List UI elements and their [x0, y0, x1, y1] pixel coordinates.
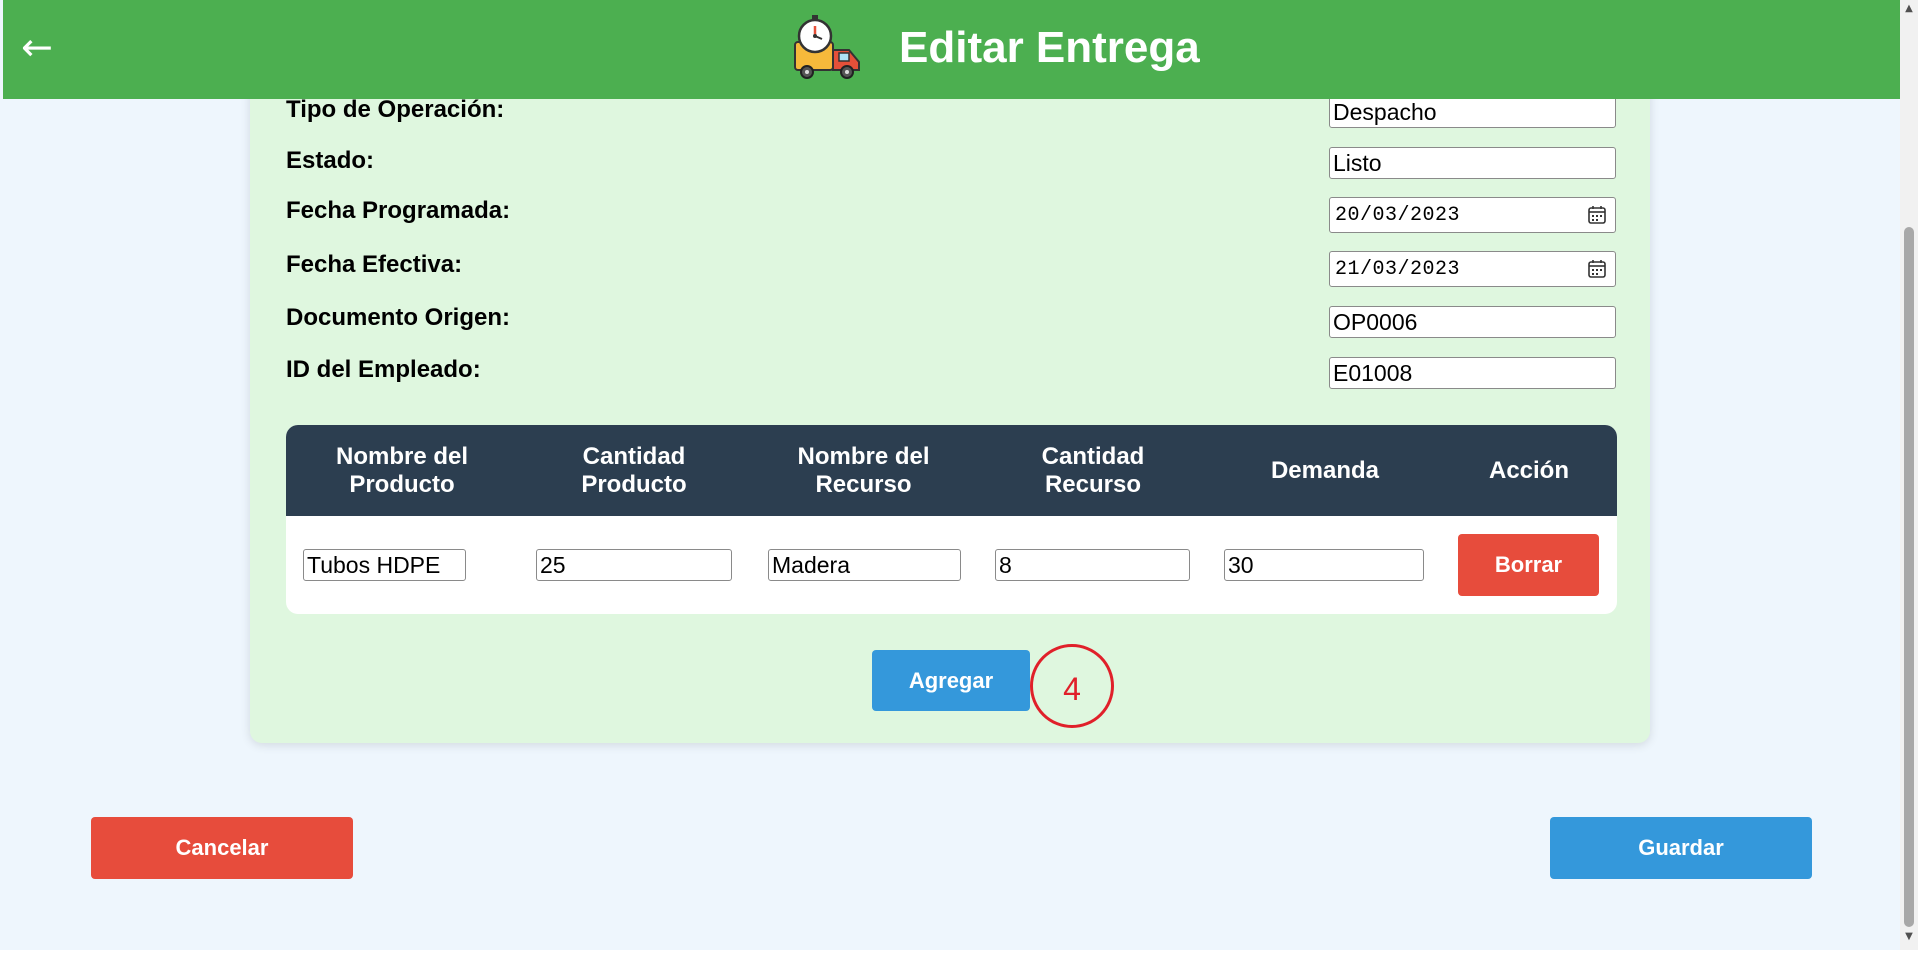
field-label-estado: Estado:	[286, 147, 375, 174]
column-header-nombre-producto: Nombre del Producto	[335, 442, 469, 498]
field-label-id-empleado: ID del Empleado:	[286, 356, 481, 383]
recurso-input[interactable]	[768, 549, 961, 581]
demanda-input[interactable]	[1224, 549, 1424, 581]
field-label-tipo-operacion: Tipo de Operación:	[286, 96, 505, 123]
field-label-documento-origen: Documento Origen:	[286, 304, 511, 331]
cancel-button[interactable]: Cancelar	[91, 817, 353, 879]
delete-row-button[interactable]: Borrar	[1458, 534, 1599, 596]
table-header-row: Nombre del Producto Cantidad Producto No…	[286, 425, 1617, 516]
products-table: Nombre del Producto Cantidad Producto No…	[286, 425, 1617, 614]
field-label-fecha-programada: Fecha Programada:	[286, 197, 511, 224]
add-row-button[interactable]: Agregar	[872, 650, 1030, 711]
app-header: ← Editar Entrega	[3, 0, 1900, 99]
producto-input[interactable]	[303, 549, 466, 581]
column-header-accion: Acción	[1488, 456, 1569, 484]
estado-input[interactable]	[1329, 147, 1616, 179]
column-header-cantidad-recurso: Cantidad Recurso	[1041, 442, 1145, 498]
page-viewport: ← Editar Entrega Tipo de Operación: Esta…	[0, 0, 1900, 950]
tipo-operacion-input[interactable]	[1329, 96, 1616, 128]
calendar-icon[interactable]	[1587, 259, 1607, 279]
id-empleado-input[interactable]	[1329, 357, 1616, 389]
field-label-fecha-efectiva: Fecha Efectiva:	[286, 251, 463, 278]
annotation-marker: 4	[1030, 644, 1114, 728]
fecha-programada-input[interactable]: 20/03/2023	[1329, 197, 1616, 233]
back-arrow-icon[interactable]: ←	[21, 22, 65, 72]
cantidad-recurso-input[interactable]	[995, 549, 1190, 581]
column-header-cantidad-producto: Cantidad Producto	[581, 442, 687, 498]
delivery-truck-clock-icon	[794, 15, 860, 79]
scrollbar-thumb[interactable]	[1904, 227, 1914, 927]
fecha-efectiva-input[interactable]: 21/03/2023	[1329, 251, 1616, 287]
scroll-up-icon[interactable]: ▲	[1903, 3, 1915, 15]
fecha-efectiva-value: 21/03/2023	[1335, 258, 1461, 281]
calendar-icon[interactable]	[1587, 205, 1607, 225]
cantidad-producto-input[interactable]	[536, 549, 732, 581]
page-title: Editar Entrega	[899, 23, 1200, 72]
scroll-down-icon[interactable]: ▼	[1903, 931, 1915, 943]
documento-origen-input[interactable]	[1329, 306, 1616, 338]
save-button[interactable]: Guardar	[1550, 817, 1812, 879]
column-header-demanda: Demanda	[1270, 456, 1380, 484]
fecha-programada-value: 20/03/2023	[1335, 204, 1461, 227]
column-header-nombre-recurso: Nombre del Recurso	[797, 442, 930, 498]
